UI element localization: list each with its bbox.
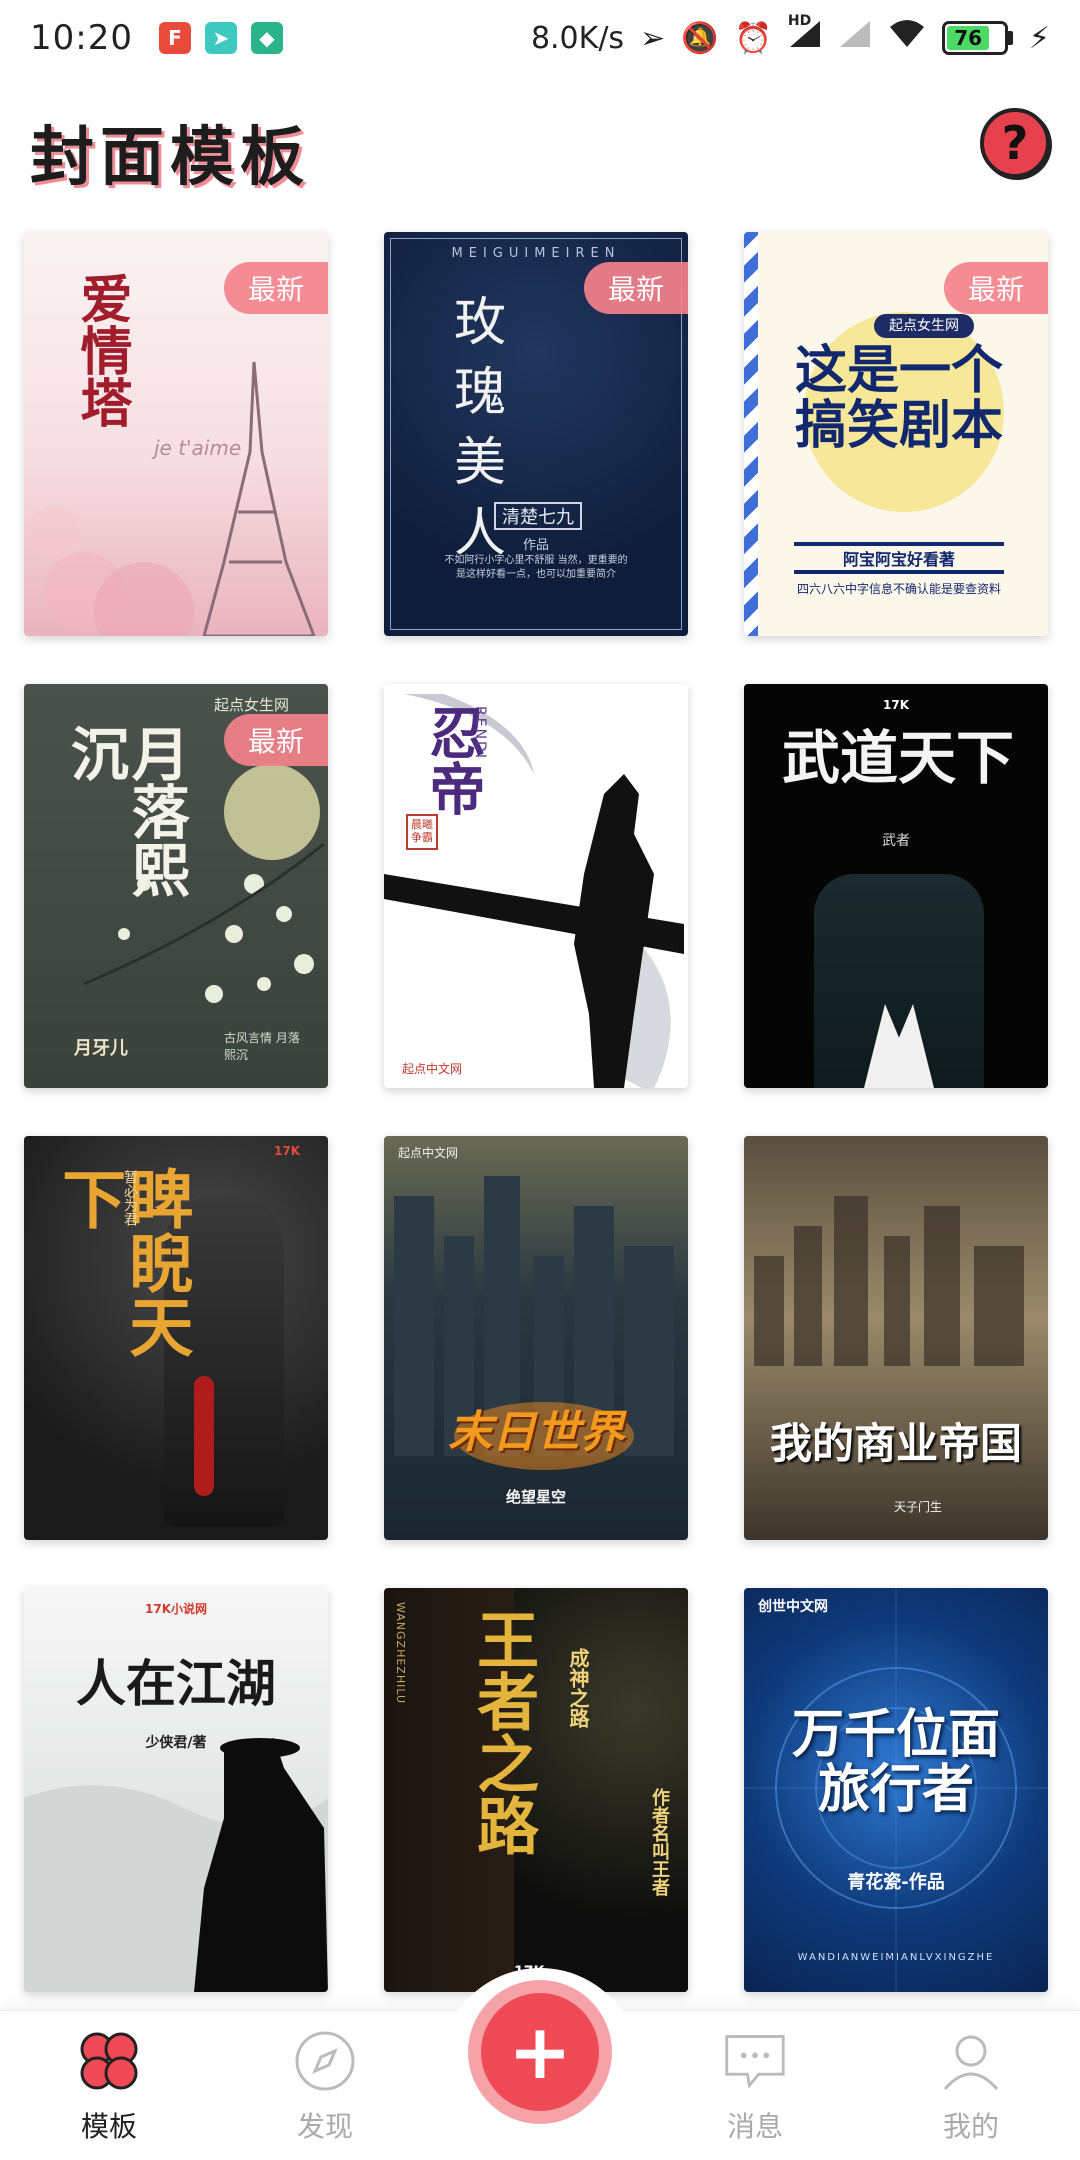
cover-brand: 17K — [274, 1144, 300, 1158]
cover-title: 武道天下 — [781, 724, 1014, 792]
cover-sub: 古风言情 月落熙沉 — [224, 1031, 300, 1062]
cover-author: 月牙儿 — [74, 1038, 128, 1059]
cover-title: 王者之路 — [466, 1608, 540, 1856]
template-card[interactable]: WANGZHEZHILU 王者之路 成神之路 作者名叫王者 17K — [384, 1588, 688, 1992]
nav-label: 消息 — [726, 2110, 783, 2143]
new-badge: 最新 — [944, 262, 1048, 314]
status-app-icons: F ➤ ◆ — [158, 22, 283, 54]
city-skyline-illustration — [394, 1176, 674, 1470]
cover-title: 爱情塔 — [71, 272, 131, 428]
cover-roman: WANGZHEZHILU — [394, 1602, 407, 1704]
status-bar: 10:20 F ➤ ◆ 8.0K/s ➢ 🔕 ⏰ HD 76 ⚡ — [0, 0, 1080, 76]
cover-author: 作者名叫王者 — [649, 1788, 670, 1896]
flipboard-icon: F — [158, 22, 191, 54]
android-icon: ◆ — [250, 22, 283, 54]
cover-brand: 17K — [883, 698, 909, 712]
template-card[interactable]: 创世中文网 万千位面旅行者 青花瓷-作品 WANDIANWEIMIANLVXIN… — [744, 1588, 1048, 1992]
cover-roman: RENDI — [472, 706, 488, 760]
cover-brand: 起点女生网 — [874, 314, 974, 338]
cover-brand: 起点女生网 — [214, 696, 290, 714]
cover-subtitle: je t'aime — [154, 436, 242, 460]
cover-title: 这是一个搞笑剧本 — [794, 341, 1003, 456]
knight-sword — [194, 1376, 214, 1496]
status-time: 10:20 — [30, 18, 133, 58]
stripe-border — [744, 232, 758, 636]
template-grid: 爱情塔 je t'aime 最新 MEIGUIMEIREN 玫瑰美人 清楚七九 … — [24, 232, 1056, 1992]
alarm-icon: ⏰ — [734, 20, 772, 56]
cover-blurb: 四六八六中字信息不确认能是要查资料 — [796, 582, 1001, 596]
cover-author: 少侠君/著 — [145, 1735, 207, 1751]
cover-seal: 晨曦争霸 — [406, 814, 438, 850]
template-card[interactable]: 爱情塔 je t'aime 最新 — [24, 232, 328, 636]
cover-author: 清楚七九 — [502, 507, 574, 528]
cover-author: 青花瓷-作品 — [847, 1872, 945, 1893]
cover-brand: 起点中文网 — [402, 1062, 463, 1076]
swordsman-illustration — [24, 1738, 328, 1992]
wifi-icon — [888, 19, 926, 57]
template-card[interactable]: 17K 武道天下 武者 — [744, 684, 1048, 1088]
net-speed: 8.0K/s — [530, 20, 625, 56]
template-card[interactable]: 17K小说网 人在江湖 少侠君/著 — [24, 1588, 328, 1992]
new-badge: 最新 — [224, 714, 328, 766]
page-title: 封面模板 — [30, 121, 310, 195]
city-reflection-illustration — [754, 1196, 1024, 1366]
nav-item-templates[interactable]: 模板 — [34, 2029, 184, 2145]
nav-item-messages[interactable]: 消息 — [680, 2029, 830, 2145]
template-card[interactable]: 起点女生网 这是一个搞笑剧本 阿宝阿宝好看著 四六八六中字信息不确认能是要查资料… — [744, 232, 1048, 636]
cover-subtitle: 成神之路 — [566, 1648, 590, 1728]
template-card[interactable]: 17K 睥睨天下 暂必为君 — [24, 1136, 328, 1540]
cover-brand: 起点中文网 — [398, 1146, 459, 1160]
cover-author: 武者 — [882, 833, 910, 849]
send-icon: ➤ — [204, 22, 237, 54]
header: 封面模板 ? — [0, 96, 1080, 206]
cover-author-suffix: 作品 — [522, 538, 549, 553]
cover-top-text: MEIGUIMEIREN — [451, 246, 621, 261]
cover-brand: 17K小说网 — [145, 1602, 207, 1616]
battery-level: 76 — [946, 26, 990, 50]
user-icon — [939, 2029, 1003, 2093]
cover-title: 我的商业帝国 — [769, 1419, 1022, 1468]
location-icon: ➢ — [640, 20, 666, 56]
cover-author: 绝望星空 — [505, 1488, 566, 1506]
template-card[interactable]: 忍帝 RENDI 晨曦争霸 起点中文网 — [384, 684, 688, 1088]
nav-item-profile[interactable]: 我的 — [896, 2029, 1046, 2145]
battery-icon: 76 — [941, 21, 1013, 55]
plus-icon: + — [481, 1993, 599, 2111]
cover-author: 暂必为君 — [122, 1170, 138, 1226]
template-card[interactable]: 起点女生网 月落熙沉 月牙儿 古风言情 月落熙沉 最新 — [24, 684, 328, 1088]
new-badge: 最新 — [584, 262, 688, 314]
new-badge: 最新 — [224, 262, 328, 314]
author-box: 清楚七九 — [494, 502, 582, 530]
status-indicators: 8.0K/s ➢ 🔕 ⏰ HD 76 ⚡ — [530, 13, 1050, 57]
hd-label: HD — [787, 13, 812, 29]
template-card[interactable]: 起点中文网 末日世界 绝望星空 — [384, 1136, 688, 1540]
cover-author-line: 阿宝阿宝好看著 — [794, 542, 1004, 574]
signal-icon: HD — [788, 13, 822, 57]
nav-label: 我的 — [942, 2110, 999, 2143]
cover-title: 月落熙沉 — [60, 724, 190, 898]
template-card[interactable]: MEIGUIMEIREN 玫瑰美人 清楚七九 作品 不如阿行小字心里不舒服 当然… — [384, 232, 688, 636]
cover-title: 人在江湖 — [76, 1654, 276, 1713]
charging-icon: ⚡ — [1028, 20, 1050, 56]
clover-icon — [77, 2029, 141, 2093]
cover-title: 末日世界 — [448, 1407, 624, 1458]
help-button[interactable]: ? — [980, 108, 1050, 178]
nav-label: 发现 — [296, 2110, 353, 2143]
nav-label: 模板 — [80, 2110, 137, 2143]
cover-author: 天子门生 — [894, 1500, 943, 1514]
create-button[interactable]: + — [468, 1980, 612, 2124]
nav-item-discover[interactable]: 发现 — [250, 2029, 400, 2145]
message-icon — [723, 2029, 787, 2093]
cover-blurb: 不如阿行小字心里不舒服 当然，更重要的是这样好看一点，也可以加重要简介 — [444, 555, 628, 580]
compass-icon — [293, 2029, 357, 2093]
cover-title: 万千位面旅行者 — [791, 1705, 1000, 1820]
template-card[interactable]: 我的商业帝国 天子门生 — [744, 1136, 1048, 1540]
mute-icon: 🔕 — [681, 20, 719, 56]
signal-icon-2 — [838, 19, 872, 57]
cover-roman: WANDIANWEIMIANLVXINGZHE — [797, 1952, 995, 1963]
cover-brand: 创世中文网 — [758, 1599, 828, 1615]
